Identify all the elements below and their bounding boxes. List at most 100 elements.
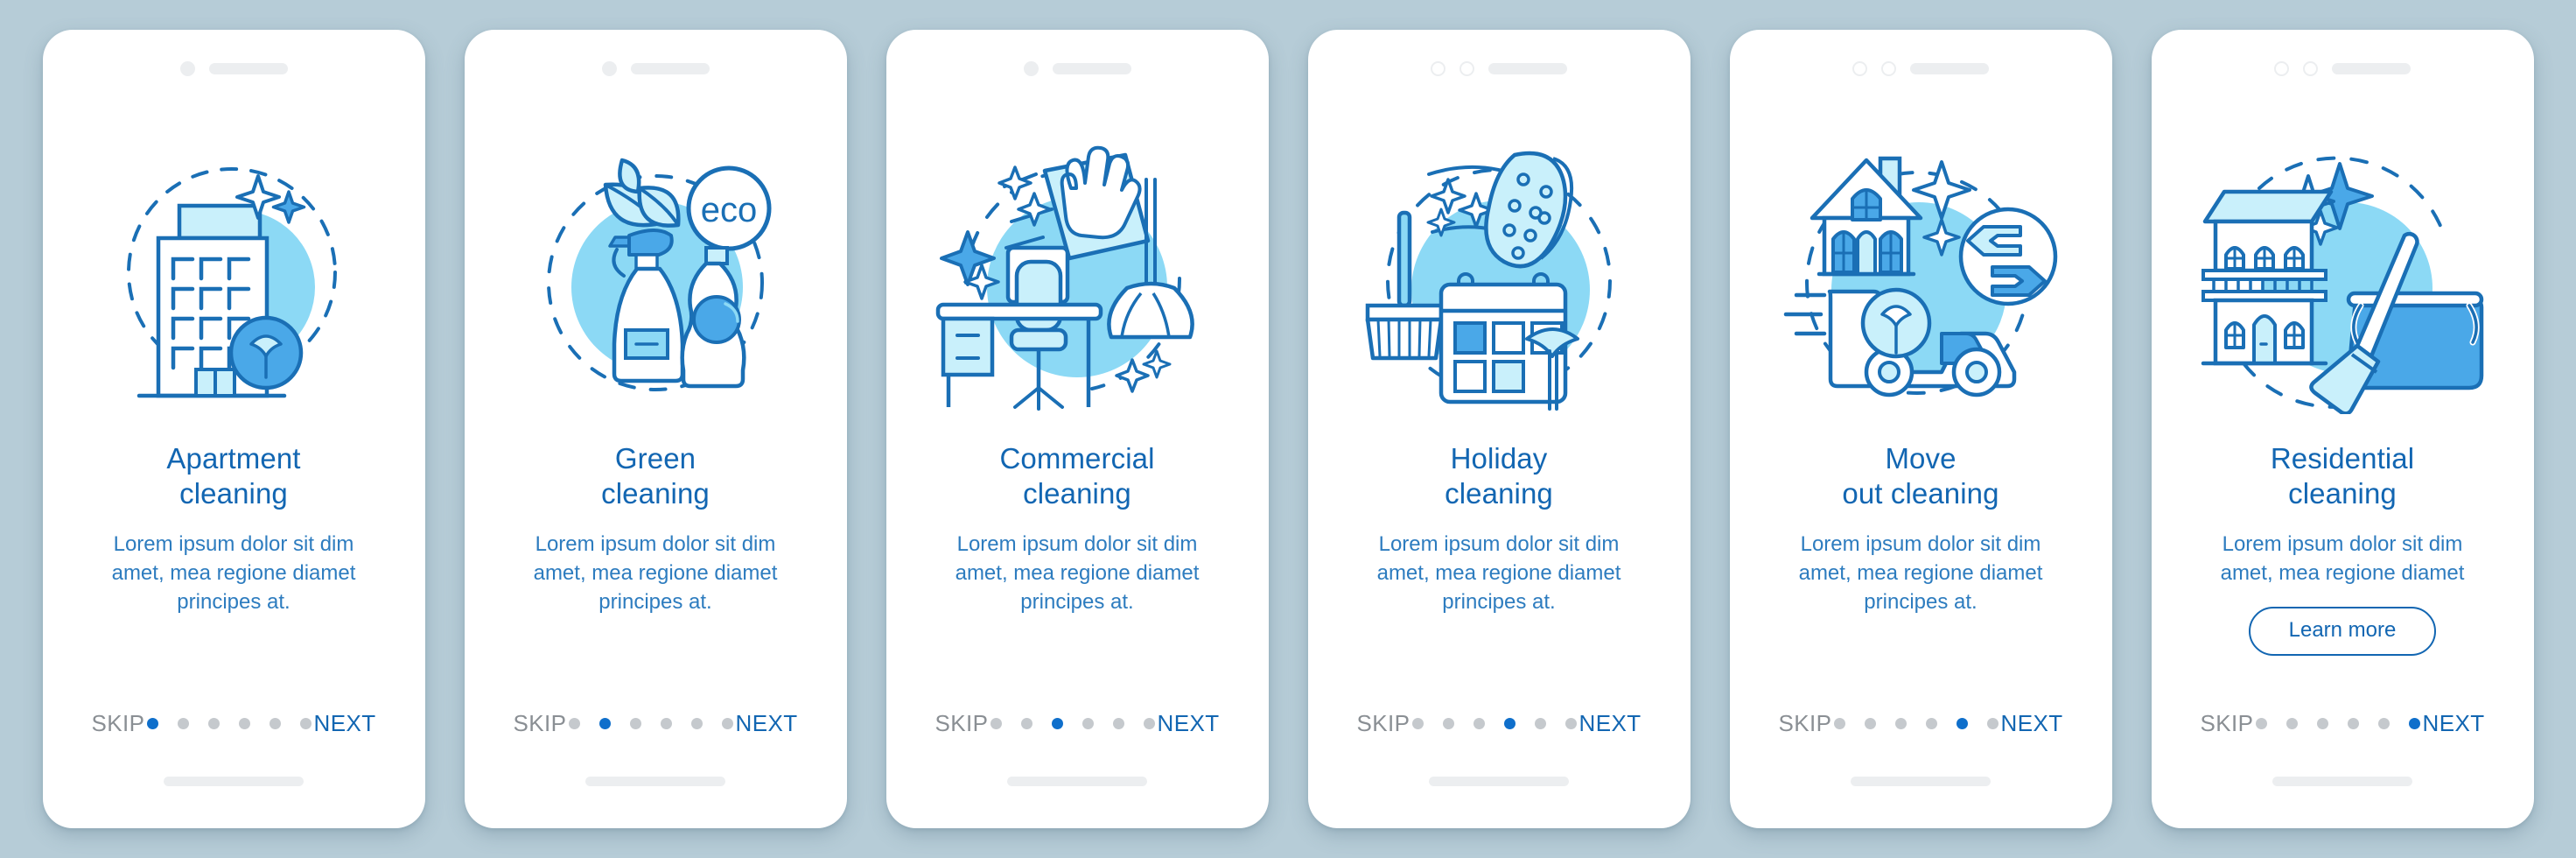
learn-more-button[interactable]: Learn more: [2248, 606, 2437, 656]
page-title: Move out cleaning: [1842, 442, 1999, 510]
next-button[interactable]: NEXT: [2423, 710, 2485, 737]
pagination-dot[interactable]: [1411, 718, 1424, 729]
speaker-grille-icon: [1910, 62, 1989, 74]
pagination-dot[interactable]: [1051, 718, 1063, 729]
pagination-dot[interactable]: [690, 718, 703, 729]
pagination-dot[interactable]: [2347, 718, 2359, 729]
page-title: Green cleaning: [601, 442, 710, 510]
next-button[interactable]: NEXT: [314, 710, 376, 737]
illustration-eco-cleaning-products: eco: [465, 98, 847, 441]
page-description: Lorem ipsum dolor sit dim amet, mea regi…: [111, 531, 356, 614]
page-description: Lorem ipsum dolor sit dim amet, mea regi…: [533, 531, 778, 614]
pagination-dot[interactable]: [568, 718, 580, 729]
onboarding-nav: SKIP NEXT: [886, 710, 1269, 737]
eco-badge-text: eco: [701, 191, 758, 229]
pagination-dot[interactable]: [721, 718, 733, 729]
pagination-dot[interactable]: [238, 718, 250, 729]
phone-top-hardware: [43, 30, 425, 98]
home-indicator: [1429, 777, 1569, 786]
pagination-dot[interactable]: [1143, 718, 1155, 729]
pagination-dot[interactable]: [2286, 718, 2298, 729]
home-indicator: [2272, 777, 2412, 786]
phone-top-hardware: [465, 30, 847, 98]
onboarding-nav: SKIP NEXT: [2152, 710, 2534, 737]
pagination-dot[interactable]: [207, 718, 220, 729]
pagination-dot[interactable]: [2316, 718, 2328, 729]
next-button[interactable]: NEXT: [1158, 710, 1220, 737]
page-description: Lorem ipsum dolor sit dim amet, mea regi…: [2220, 531, 2465, 585]
pagination-dot[interactable]: [2408, 718, 2420, 729]
pagination-dot[interactable]: [299, 718, 312, 729]
next-button[interactable]: NEXT: [1579, 710, 1642, 737]
copy-block: Residential cleaning Lorem ipsum dolor s…: [2152, 441, 2534, 656]
pagination-dot[interactable]: [1473, 718, 1485, 729]
pagination-dot[interactable]: [146, 718, 158, 729]
onboarding-nav: SKIP NEXT: [43, 710, 425, 737]
pagination-dot[interactable]: [598, 718, 611, 729]
pagination-dot[interactable]: [1925, 718, 1937, 729]
pagination-dot[interactable]: [2377, 718, 2390, 729]
pagination-dots: [1411, 718, 1577, 729]
page-title: Apartment cleaning: [166, 442, 301, 510]
pagination-dot[interactable]: [1082, 718, 1094, 729]
camera-icon: [1852, 60, 1867, 76]
copy-block: Green cleaning Lorem ipsum dolor sit dim…: [465, 441, 847, 616]
pagination-dot[interactable]: [1956, 718, 1968, 729]
skip-button[interactable]: SKIP: [514, 710, 567, 737]
skip-button[interactable]: SKIP: [1357, 710, 1410, 737]
pagination-dot[interactable]: [1442, 718, 1454, 729]
pagination-dot[interactable]: [1564, 718, 1577, 729]
illustration-office-cleaning: [886, 98, 1269, 441]
pagination-dot[interactable]: [1112, 718, 1124, 729]
phone-screen-apartment-cleaning: Apartment cleaning Lorem ipsum dolor sit…: [42, 30, 425, 828]
phone-top-hardware: [1308, 30, 1690, 98]
page-description: Lorem ipsum dolor sit dim amet, mea regi…: [1376, 531, 1621, 614]
pagination-dot[interactable]: [1020, 718, 1032, 729]
skip-button[interactable]: SKIP: [2201, 710, 2254, 737]
copy-block: Commercial cleaning Lorem ipsum dolor si…: [886, 441, 1269, 616]
illustration-move-out-cleaning: [1730, 98, 2112, 441]
page-description: Lorem ipsum dolor sit dim amet, mea regi…: [1798, 531, 2043, 614]
next-button[interactable]: NEXT: [2001, 710, 2063, 737]
speaker-grille-icon: [1488, 62, 1567, 74]
pagination-dots: [2255, 718, 2420, 729]
illustration-apartment-building: [43, 98, 425, 441]
camera-icon: [601, 60, 617, 76]
pagination-dot[interactable]: [1833, 718, 1845, 729]
onboarding-nav: SKIP NEXT: [1308, 710, 1690, 737]
phone-top-hardware: [1730, 30, 2112, 98]
pagination-dot[interactable]: [177, 718, 189, 729]
camera-icon: [1431, 60, 1446, 76]
home-indicator: [585, 777, 725, 786]
skip-button[interactable]: SKIP: [935, 710, 989, 737]
speaker-grille-icon: [630, 62, 710, 74]
pagination-dot[interactable]: [629, 718, 641, 729]
pagination-dot[interactable]: [269, 718, 281, 729]
pagination-dot[interactable]: [1503, 718, 1516, 729]
camera-icon: [1023, 60, 1039, 76]
pagination-dot[interactable]: [2255, 718, 2267, 729]
pagination-dot[interactable]: [990, 718, 1002, 729]
illustration-holiday-cleaning: [1308, 98, 1690, 441]
phone-screen-residential-cleaning: Residential cleaning Lorem ipsum dolor s…: [2151, 30, 2534, 828]
page-description: Lorem ipsum dolor sit dim amet, mea regi…: [955, 531, 1200, 614]
next-button[interactable]: NEXT: [736, 710, 798, 737]
sensor-icon: [2303, 60, 2318, 76]
pagination-dot[interactable]: [1894, 718, 1907, 729]
speaker-grille-icon: [1052, 62, 1131, 74]
pagination-dot[interactable]: [660, 718, 672, 729]
skip-button[interactable]: SKIP: [92, 710, 145, 737]
onboarding-nav: SKIP NEXT: [1730, 710, 2112, 737]
page-title: Commercial cleaning: [999, 442, 1155, 510]
phone-screen-move-out-cleaning: Move out cleaning Lorem ipsum dolor sit …: [1729, 30, 2112, 828]
pagination-dot[interactable]: [1986, 718, 1998, 729]
onboarding-nav: SKIP NEXT: [465, 710, 847, 737]
pagination-dot[interactable]: [1864, 718, 1876, 729]
phone-screen-holiday-cleaning: Holiday cleaning Lorem ipsum dolor sit d…: [1307, 30, 1690, 828]
phone-screen-green-cleaning: eco Green cleaning Lorem ipsum dolor sit…: [464, 30, 847, 828]
skip-button[interactable]: SKIP: [1779, 710, 1832, 737]
pagination-dot[interactable]: [1534, 718, 1546, 729]
onboarding-screens-container: Apartment cleaning Lorem ipsum dolor sit…: [0, 0, 2576, 858]
pagination-dots: [146, 718, 312, 729]
phone-screen-commercial-cleaning: Commercial cleaning Lorem ipsum dolor si…: [886, 30, 1269, 828]
